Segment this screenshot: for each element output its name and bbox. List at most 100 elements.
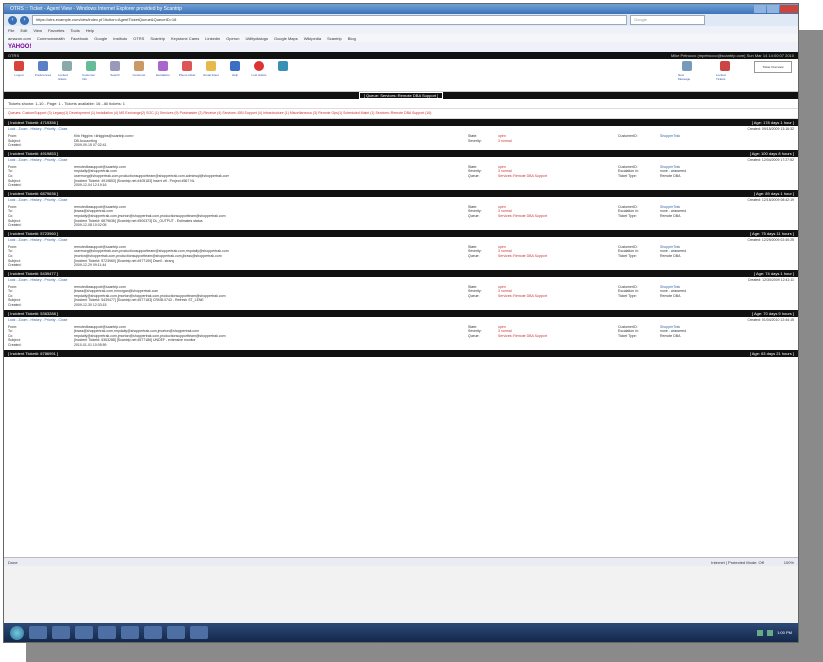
search-button[interactable]: Search bbox=[106, 61, 124, 77]
taskbar-app[interactable] bbox=[52, 626, 70, 639]
network-icon[interactable] bbox=[757, 629, 764, 636]
queue-label: Queue: bbox=[468, 213, 480, 218]
favorite-link[interactable]: Google bbox=[94, 36, 107, 41]
status-bar: Done Internet | Protected Mode: Off 100% bbox=[4, 557, 798, 566]
ticket-number[interactable]: [ Incident Ticket#: 6786991 ] bbox=[8, 351, 58, 356]
preferences-button[interactable]: Preferences bbox=[34, 61, 52, 77]
zoom-level[interactable]: 100% bbox=[784, 560, 794, 565]
search-input[interactable]: Google bbox=[630, 15, 705, 25]
ticket-action-links[interactable]: Lock - Zoom - History - Priority - Close bbox=[8, 127, 68, 131]
ticket-header: [ Incident Ticket#: 5439477 ] [ Age: 74 … bbox=[4, 269, 798, 277]
menu-file[interactable]: File bbox=[8, 28, 14, 33]
favorite-link[interactable]: Operon bbox=[226, 36, 239, 41]
lost-tickets-button[interactable]: Lost tickets bbox=[250, 61, 268, 77]
message-icon bbox=[682, 61, 692, 71]
ticket-body: From: remotedbasupport@scantrip.com To: … bbox=[4, 163, 798, 190]
logout-button[interactable]: Logout bbox=[10, 61, 28, 77]
favorite-link[interactable]: Scantrip bbox=[327, 36, 342, 41]
favorite-link[interactable]: Scantrip bbox=[150, 36, 165, 41]
ticket-fields: From: remotedbasupport@scantrip.com To: … bbox=[8, 285, 468, 308]
ticket-body: From: remotedbasupport@scantrip.com To: … bbox=[4, 283, 798, 310]
taskbar-app[interactable] bbox=[98, 626, 116, 639]
favorite-link[interactable]: Instituto bbox=[113, 36, 127, 41]
ticket-header: [ Incident Ticket#: 4919853 ] [ Age: 100… bbox=[4, 149, 798, 157]
taskbar-app[interactable] bbox=[144, 626, 162, 639]
help-button[interactable]: Help bbox=[226, 61, 244, 77]
menu-help[interactable]: Help bbox=[86, 28, 94, 33]
customer-value[interactable]: ShopperTrak bbox=[660, 134, 680, 139]
type-row: Ticket Type: Remote DBA bbox=[618, 214, 794, 219]
queue-filter-list[interactable]: Queues: CustomSupport (3) Legacy(1) Deve… bbox=[4, 109, 798, 119]
ticket-number[interactable]: [ Incident Ticket#: 5723960 ] bbox=[8, 231, 58, 236]
ticket-number[interactable]: [ Incident Ticket#: 6879636 ] bbox=[8, 191, 58, 196]
queue-value[interactable]: Services::Remote DBA Support bbox=[498, 334, 547, 339]
clock[interactable]: 1:00 PM bbox=[777, 630, 792, 635]
stats-button[interactable] bbox=[274, 61, 292, 73]
new-message-button[interactable]: New Message bbox=[678, 61, 696, 81]
ticket-number[interactable]: [ Incident Ticket#: 4719356 ] bbox=[8, 120, 58, 125]
ticket-action-links[interactable]: Lock - Zoom - History - Priority - Close bbox=[8, 318, 68, 322]
tickets-shown-info: Tickets shown: 1-10 - Page: 1 - Tickets … bbox=[4, 99, 798, 109]
forward-icon[interactable]: › bbox=[20, 15, 29, 25]
queue-value[interactable]: Services::Remote DBA Support bbox=[498, 174, 547, 179]
minimize-button[interactable] bbox=[754, 5, 766, 13]
ticket-number[interactable]: [ Incident Ticket#: 5363288 ] bbox=[8, 311, 58, 316]
ticket-header: [ Incident Ticket#: 5723960 ] [ Age: 75 … bbox=[4, 229, 798, 237]
queue-value[interactable]: Services::Remote DBA Support bbox=[498, 214, 547, 219]
field-label: Created: bbox=[8, 263, 22, 268]
menu-tools[interactable]: Tools bbox=[70, 28, 79, 33]
field-label: Created: bbox=[8, 183, 22, 188]
customer-button[interactable]: Customer bbox=[130, 61, 148, 77]
ticket-action-links[interactable]: Lock - Zoom - History - Priority - Close bbox=[8, 278, 68, 282]
ticket-action-links[interactable]: Lock - Zoom - History - Priority - Close bbox=[8, 198, 68, 202]
ticket-header: [ Incident Ticket#: 5363288 ] [ Age: 70 … bbox=[4, 309, 798, 317]
person-icon bbox=[134, 61, 144, 71]
queue-row: Queue: Services::Remote DBA Support bbox=[468, 174, 618, 179]
favorite-link[interactable]: Wikipedia bbox=[304, 36, 321, 41]
ticket-overview-select[interactable]: Ticket Overview bbox=[754, 61, 792, 73]
ticket-created: Created: 09/15/2009 13:16:32 bbox=[747, 127, 794, 131]
ticket-status: State: open Severity: 3 normal Queue: Servi… bbox=[468, 205, 618, 228]
ticket-block: [ Incident Ticket#: 4919853 ] [ Age: 100… bbox=[4, 149, 798, 190]
start-button[interactable] bbox=[10, 625, 24, 640]
maximize-button[interactable] bbox=[767, 5, 779, 13]
favorite-link[interactable]: OTRS bbox=[133, 36, 144, 41]
menu-view[interactable]: View bbox=[33, 28, 42, 33]
customer-info-button[interactable]: Customer Info bbox=[82, 61, 100, 81]
favorite-link[interactable]: Blog bbox=[348, 36, 356, 41]
phone-ticket-button[interactable]: Phone ticket bbox=[178, 61, 196, 77]
locked-tickets-right-button[interactable]: Locked Tickets bbox=[716, 61, 734, 81]
type-row: Ticket Type: Remote DBA bbox=[618, 174, 794, 179]
taskbar-app[interactable] bbox=[190, 626, 208, 639]
close-button[interactable] bbox=[780, 5, 798, 13]
queue-value[interactable]: Services::Remote DBA Support bbox=[498, 254, 547, 259]
ticket-field-row: Created: 2009-12-08 10:02:05 bbox=[8, 223, 468, 228]
taskbar-app[interactable] bbox=[167, 626, 185, 639]
taskbar-app[interactable] bbox=[75, 626, 93, 639]
menu-favorites[interactable]: Favorites bbox=[48, 28, 64, 33]
ticket-customer: CustomerID: ShopperTrak bbox=[618, 134, 794, 148]
favorite-link[interactable]: Keystone Cams bbox=[171, 36, 199, 41]
ticket-action-links[interactable]: Lock - Zoom - History - Priority - Close bbox=[8, 238, 68, 242]
back-icon[interactable]: ‹ bbox=[8, 15, 17, 25]
queue-title: [ Queue: Services::Remote DBA Support ] bbox=[358, 92, 444, 99]
ticket-action-links[interactable]: Lock - Zoom - History - Priority - Close bbox=[8, 158, 68, 162]
ticket-number[interactable]: [ Incident Ticket#: 5439477 ] bbox=[8, 271, 58, 276]
locked-tickets-button[interactable]: Locked tickets bbox=[58, 61, 76, 81]
url-input[interactable]: https://otrs.example.com/otrs/index.pl?A… bbox=[32, 15, 627, 25]
favorite-link[interactable]: Commonwealth bbox=[37, 36, 65, 41]
email-ticket-button[interactable]: Email ticket bbox=[202, 61, 220, 77]
favorite-link[interactable]: Linkedin bbox=[205, 36, 220, 41]
menu-edit[interactable]: Edit bbox=[20, 28, 27, 33]
favorite-link[interactable]: amazon.com bbox=[8, 36, 31, 41]
favorite-link[interactable]: Utilitydialogs bbox=[246, 36, 268, 41]
type-value: Remote DBA bbox=[660, 173, 681, 178]
volume-icon[interactable] bbox=[767, 629, 774, 636]
favorite-link[interactable]: Google Maps bbox=[274, 36, 298, 41]
queue-value[interactable]: Services::Remote DBA Support bbox=[498, 294, 547, 299]
ticket-number[interactable]: [ Incident Ticket#: 4919853 ] bbox=[8, 151, 58, 156]
escalation-button[interactable]: Escalation bbox=[154, 61, 172, 77]
taskbar-app[interactable] bbox=[121, 626, 139, 639]
taskbar-app[interactable] bbox=[29, 626, 47, 639]
favorite-link[interactable]: Facebook bbox=[71, 36, 89, 41]
